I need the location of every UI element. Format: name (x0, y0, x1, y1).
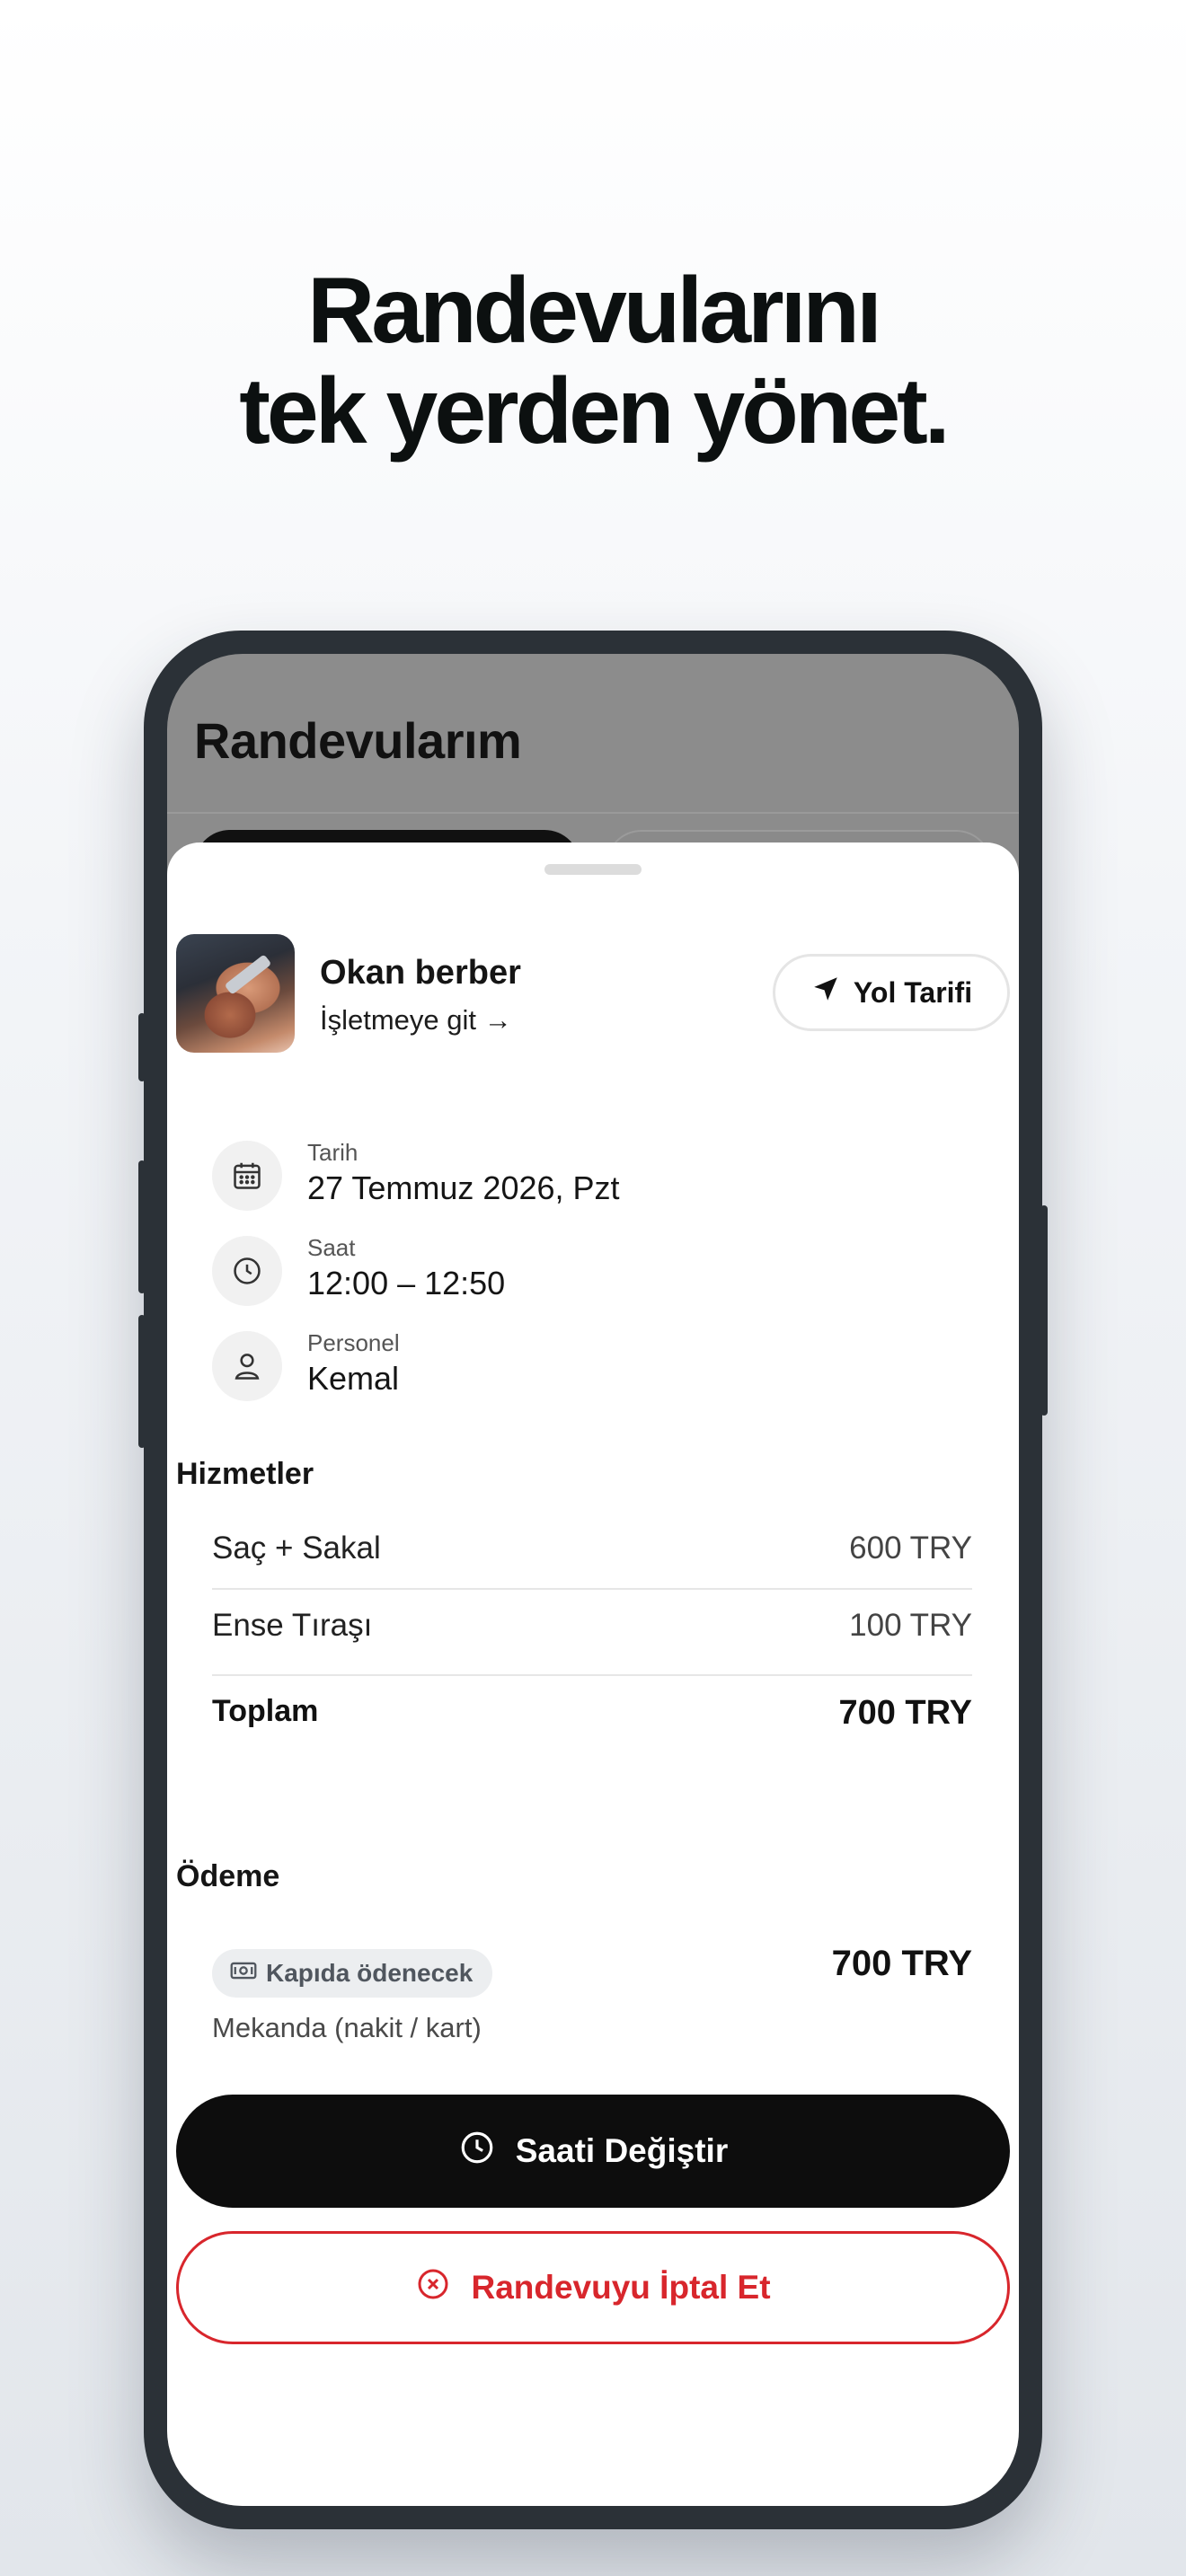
service-row: Ense Tıraşı 100 TRY (212, 1608, 972, 1662)
service-price: 100 TRY (849, 1608, 972, 1643)
header-divider (167, 812, 1019, 814)
date-value: 27 Temmuz 2026, Pzt (307, 1169, 620, 1206)
total-value: 700 TRY (838, 1694, 972, 1732)
phone-volume-down (138, 1315, 146, 1448)
clock-icon (458, 2129, 496, 2175)
phone-silent-switch (138, 1013, 146, 1081)
total-divider (212, 1674, 972, 1676)
cash-icon (230, 1959, 257, 1988)
service-price: 600 TRY (849, 1531, 972, 1566)
date-label: Tarih (307, 1139, 358, 1166)
screen-title: Randevularım (194, 712, 522, 769)
total-row: Toplam 700 TRY (212, 1694, 972, 1748)
navigation-arrow-icon (810, 974, 841, 1011)
clock-icon (212, 1236, 282, 1306)
service-divider (212, 1588, 972, 1590)
calendar-icon (212, 1141, 282, 1211)
business-photo[interactable] (176, 934, 295, 1053)
payment-status-badge: Kapıda ödenecek (212, 1949, 493, 1998)
business-name: Okan berber (320, 954, 521, 992)
directions-button[interactable]: Yol Tarifi (773, 954, 1010, 1031)
staff-value: Kemal (307, 1360, 400, 1397)
phone-screen: Randevularım Okan berber İşletmeye git →… (167, 654, 1019, 2506)
phone-power-button (1040, 1205, 1048, 1416)
go-to-business-link[interactable]: İşletmeye git → (320, 1004, 512, 1037)
appointment-detail-sheet: Okan berber İşletmeye git → Yol Tarifi T… (167, 842, 1019, 2506)
payment-amount: 700 TRY (831, 1944, 972, 1983)
payment-status-label: Kapıda ödenecek (266, 1959, 474, 1987)
change-time-button[interactable]: Saati Değiştir (176, 2095, 1010, 2208)
service-name: Saç + Sakal (212, 1531, 381, 1566)
cancel-appointment-label: Randevuyu İptal Et (471, 2269, 771, 2306)
detail-row-staff: Personel Kemal (212, 1329, 967, 1403)
person-icon (212, 1331, 282, 1401)
marketing-headline: Randevularını tek yerden yönet. (0, 260, 1186, 462)
time-value: 12:00 – 12:50 (307, 1265, 506, 1301)
directions-button-label: Yol Tarifi (853, 975, 973, 1009)
payment-method: Mekanda (nakit / kart) (212, 2012, 482, 2043)
time-label: Saat (307, 1234, 356, 1261)
headline-line-1: Randevularını (307, 259, 882, 363)
phone-frame: Randevularım Okan berber İşletmeye git →… (138, 631, 1048, 2529)
total-label: Toplam (212, 1694, 319, 1728)
business-header: Okan berber İşletmeye git → Yol Tarifi (176, 934, 1010, 1053)
detail-row-time: Saat 12:00 – 12:50 (212, 1234, 967, 1308)
cancel-appointment-button[interactable]: Randevuyu İptal Et (176, 2231, 1010, 2344)
detail-row-date: Tarih 27 Temmuz 2026, Pzt (212, 1139, 967, 1213)
service-row: Saç + Sakal 600 TRY (212, 1531, 972, 1584)
headline-line-2: tek yerden yönet. (239, 359, 950, 463)
services-title: Hizmetler (176, 1457, 314, 1491)
cancel-circle-icon (415, 2266, 451, 2310)
sheet-grabber[interactable] (544, 864, 642, 875)
phone-volume-up (138, 1160, 146, 1293)
change-time-label: Saati Değiştir (515, 2132, 729, 2169)
payment-title: Ödeme (176, 1859, 280, 1893)
staff-label: Personel (307, 1329, 400, 1356)
service-name: Ense Tıraşı (212, 1608, 373, 1643)
